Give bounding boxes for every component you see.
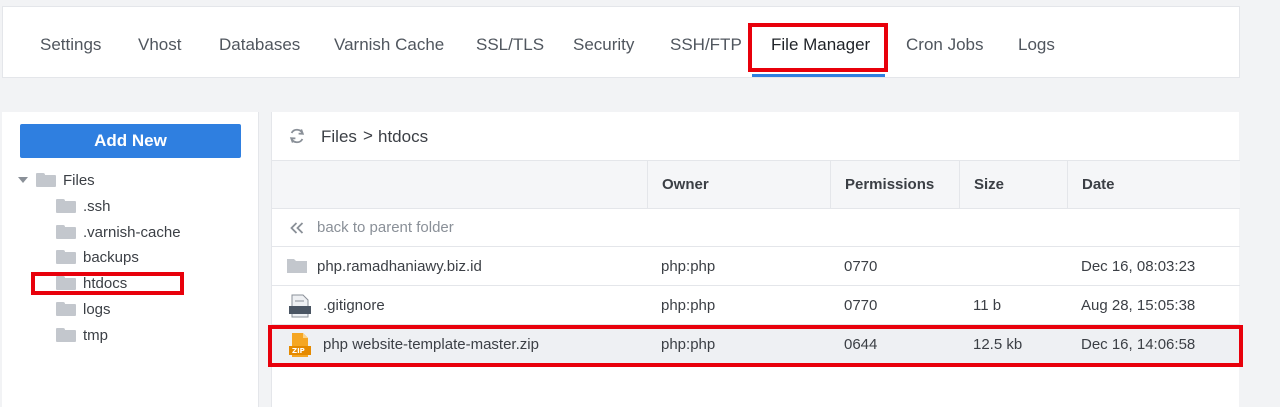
caret-down-icon[interactable] xyxy=(18,177,28,183)
table-header: Owner Permissions Size Date xyxy=(272,161,1240,209)
tab-settings[interactable]: Settings xyxy=(40,7,101,79)
annotation-highlight-zip-row xyxy=(268,325,1243,367)
back-to-parent-label: back to parent folder xyxy=(317,219,454,236)
tab-ssl-tls[interactable]: SSL/TLS xyxy=(476,7,544,79)
file-owner: php:php xyxy=(661,258,716,275)
tree-item-label: tmp xyxy=(83,326,109,344)
tab-vhost[interactable]: Vhost xyxy=(138,7,181,79)
file-name[interactable]: .gitignore xyxy=(323,287,385,325)
folder-icon xyxy=(286,256,308,279)
tree-root-label: Files xyxy=(63,171,95,189)
tree-item-logs[interactable]: logs xyxy=(56,298,111,320)
table-row[interactable]: .gitignore php:php 0770 11 b Aug 28, 15:… xyxy=(272,287,1240,325)
folder-icon xyxy=(36,173,56,187)
breadcrumb-separator: > xyxy=(363,126,373,145)
tab-varnish-cache[interactable]: Varnish Cache xyxy=(334,7,444,79)
tree-item-varnish-cache[interactable]: .varnish-cache xyxy=(56,221,181,243)
tree-item-tmp[interactable]: tmp xyxy=(56,324,108,346)
column-date[interactable]: Date xyxy=(1067,161,1240,209)
file-permissions: 0770 xyxy=(844,258,878,275)
active-tab-indicator xyxy=(752,74,885,77)
breadcrumb-current: htdocs xyxy=(378,127,429,146)
add-new-button[interactable]: Add New xyxy=(20,124,241,158)
tree-item-label: backups xyxy=(83,248,139,266)
tree-item-backups[interactable]: backups xyxy=(56,246,139,268)
tab-databases[interactable]: Databases xyxy=(219,7,300,79)
tree-root-files[interactable]: Files xyxy=(18,169,95,191)
double-chevron-left-icon xyxy=(290,222,304,234)
table-row[interactable]: php.ramadhaniawy.biz.id php:php 0770 Dec… xyxy=(272,248,1240,286)
tree-item-label: logs xyxy=(83,300,111,318)
file-date: Dec 16, 08:03:23 xyxy=(1081,258,1196,275)
file-date: Aug 28, 15:05:38 xyxy=(1081,297,1196,314)
column-permissions[interactable]: Permissions xyxy=(830,161,960,209)
file-name[interactable]: php.ramadhaniawy.biz.id xyxy=(317,248,482,286)
folder-icon xyxy=(56,328,76,342)
tree-item-label: .varnish-cache xyxy=(83,223,181,241)
file-size: 11 b xyxy=(973,297,1002,314)
file-permissions: 0770 xyxy=(844,297,878,314)
text-file-icon xyxy=(289,294,311,323)
breadcrumb: Files > htdocs xyxy=(272,112,1240,161)
tree-item-ssh[interactable]: .ssh xyxy=(56,195,111,217)
folder-icon xyxy=(56,250,76,264)
folder-icon xyxy=(56,302,76,316)
tab-security[interactable]: Security xyxy=(573,7,634,79)
folder-icon xyxy=(56,225,76,239)
column-owner[interactable]: Owner xyxy=(647,161,831,209)
annotation-highlight-htdocs xyxy=(31,272,184,295)
breadcrumb-files[interactable]: Files xyxy=(321,127,357,147)
back-to-parent-row[interactable]: back to parent folder xyxy=(272,209,1240,247)
refresh-icon[interactable] xyxy=(288,127,306,145)
file-tree-sidebar: Add New Files .ssh .varnish-cache backup… xyxy=(2,112,259,407)
folder-icon xyxy=(56,199,76,213)
tab-logs[interactable]: Logs xyxy=(1018,7,1055,79)
tab-cron-jobs[interactable]: Cron Jobs xyxy=(906,7,983,79)
file-owner: php:php xyxy=(661,297,716,314)
annotation-highlight-file-manager xyxy=(748,23,888,72)
tab-ssh-ftp[interactable]: SSH/FTP xyxy=(670,7,742,79)
column-size[interactable]: Size xyxy=(959,161,1068,209)
tree-item-label: .ssh xyxy=(83,197,111,215)
tab-bar: Settings Vhost Databases Varnish Cache S… xyxy=(2,6,1240,78)
